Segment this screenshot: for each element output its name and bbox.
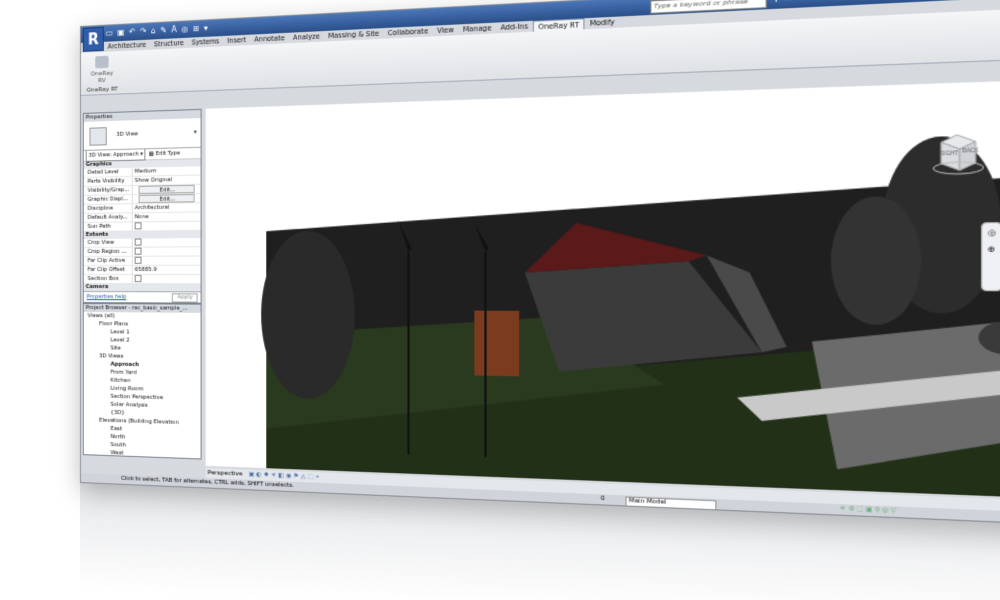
property-row: Far Clip Active: [83, 256, 201, 266]
property-name: Default Analy...: [83, 213, 133, 222]
property-name: Visibility/Grap...: [83, 186, 133, 195]
browser-node-label: North: [110, 433, 126, 441]
property-value[interactable]: Show Original: [133, 175, 201, 184]
browser-node-label: Floor Plans: [99, 321, 128, 328]
ribbon-button-label: OneRay RV: [90, 69, 114, 85]
3d-view-icon: [89, 127, 107, 146]
revit-window: ▭ ▣ ↶ ↷ ⌂ ✎ A ◎ ⊞ ▾ Type a keyword or ph…: [80, 0, 1000, 525]
browser-node-label: Kitchen: [110, 377, 131, 385]
selection-filter-icons[interactable]: ☀ ⚙ ⬚ ▣ ⚲ ◎ ▽: [840, 504, 896, 517]
oneray-rv-button[interactable]: OneRay RV: [87, 55, 118, 84]
viewcube[interactable]: RIGHT BACK: [931, 129, 984, 178]
view-control-icons[interactable]: ▣ ◐ ✹ ☀ ◧ ◉ ⚑ ◬ ⬚ ⌖: [249, 471, 320, 481]
quick-access-toolbar[interactable]: ▭ ▣ ↶ ↷ ⌂ ✎ A ◎ ⊞ ▾: [106, 23, 209, 37]
project-browser-tree: Views (all) Floor Plans Level 1 Level 2 Site…: [84, 312, 201, 459]
type-name: 3D View: [116, 131, 139, 138]
browser-node-label: Site: [110, 345, 121, 352]
property-name: Sun Path: [83, 222, 133, 231]
property-value[interactable]: [133, 247, 201, 256]
checkbox[interactable]: [134, 256, 142, 264]
star-icon[interactable]: ☆: [784, 0, 794, 4]
property-row: Far Clip Offset 65885.9: [83, 265, 201, 275]
browser-node-label: South: [110, 442, 126, 449]
scene-render: [261, 134, 1000, 498]
viewcube-back-face: BACK: [962, 148, 979, 155]
property-value[interactable]: None: [133, 212, 201, 221]
property-value[interactable]: [133, 274, 201, 283]
property-name: Parts Visibility: [83, 176, 133, 186]
apply-button[interactable]: Apply: [172, 293, 198, 303]
property-name: Graphic Displ...: [83, 195, 133, 204]
property-row: Crop Region ...: [83, 247, 201, 257]
property-row: Section Box: [83, 274, 201, 285]
steering-wheel-icon[interactable]: ◎: [982, 228, 1000, 238]
property-value[interactable]: [133, 222, 201, 231]
properties-palette: Properties 3D View ▾ 3D View: Approach ▾…: [82, 108, 202, 304]
3d-viewport[interactable]: [205, 80, 1000, 498]
ribbon-panel-label: OneRay RT: [86, 85, 119, 94]
checkbox[interactable]: [134, 274, 142, 283]
view-selector-text: 3D View: Approach: [88, 151, 139, 159]
status-zero: 0: [600, 495, 605, 503]
properties-footer: Properties help Apply: [83, 291, 201, 303]
navigation-bar[interactable]: ◎ ⊕: [980, 222, 1000, 292]
infocenter-icons[interactable]: ⚲ ☆ ♙: [772, 0, 808, 4]
property-name: Far Clip Active: [83, 256, 133, 265]
chevron-down-icon[interactable]: ▾: [194, 129, 197, 135]
browser-node-label: West: [110, 450, 124, 457]
checkbox[interactable]: [134, 222, 142, 230]
browser-node-label: Solar Analysis: [110, 401, 148, 409]
user-icon[interactable]: ♙: [797, 0, 807, 3]
render-icon: [95, 55, 109, 69]
checkbox[interactable]: [134, 247, 142, 255]
property-value[interactable]: Medium: [133, 166, 201, 176]
application-logo[interactable]: R: [82, 26, 104, 52]
zoom-icon[interactable]: ⊕: [982, 245, 1000, 255]
properties-grid: Graphics Detail Level Medium Parts Visibili…: [83, 159, 201, 292]
edit-button[interactable]: Edit...: [138, 194, 195, 204]
property-name: Far Clip Offset: [83, 265, 133, 274]
property-name: Crop Region ...: [83, 247, 133, 256]
browser-node-label: Approach: [110, 361, 140, 369]
browser-node-label: From Yard: [110, 369, 137, 377]
project-browser: Project Browser - rac_basic_sample_... V…: [82, 303, 202, 460]
edit-button[interactable]: Edit...: [138, 184, 195, 194]
browser-node-label: Level 2: [110, 337, 130, 344]
browser-node-label: East: [110, 425, 122, 433]
binoculars-icon[interactable]: ⚲: [772, 0, 780, 4]
checkbox[interactable]: [134, 238, 142, 246]
browser-node-label: Views (all): [87, 313, 115, 320]
viewcube-right-face: RIGHT: [939, 151, 959, 158]
browser-node-label: 3D Views: [99, 353, 124, 360]
property-value[interactable]: Architectural: [133, 203, 201, 212]
stage: ▭ ▣ ↶ ↷ ⌂ ✎ A ◎ ⊞ ▾ Type a keyword or ph…: [0, 0, 1000, 600]
view-mode-label: Perspective: [207, 468, 243, 478]
property-value[interactable]: 65885.9: [133, 266, 201, 274]
edit-type-label: Edit Type: [155, 150, 181, 158]
search-input[interactable]: Type a keyword or phrase: [650, 0, 767, 14]
property-name: Detail Level: [83, 167, 133, 177]
edit-type-button[interactable]: ▦ Edit Type: [149, 148, 180, 159]
browser-node-label: Level 1: [110, 329, 130, 336]
properties-help-link[interactable]: Properties help: [87, 292, 127, 302]
property-name: Discipline: [83, 204, 133, 213]
property-value[interactable]: [133, 256, 201, 264]
browser-node-label: {3D}: [110, 409, 125, 417]
browser-node-label: Living Room: [110, 385, 144, 393]
property-name: Crop View: [83, 238, 133, 247]
property-value[interactable]: [133, 238, 201, 247]
property-name: Section Box: [83, 274, 133, 284]
type-selector[interactable]: 3D View ▾: [83, 118, 201, 151]
